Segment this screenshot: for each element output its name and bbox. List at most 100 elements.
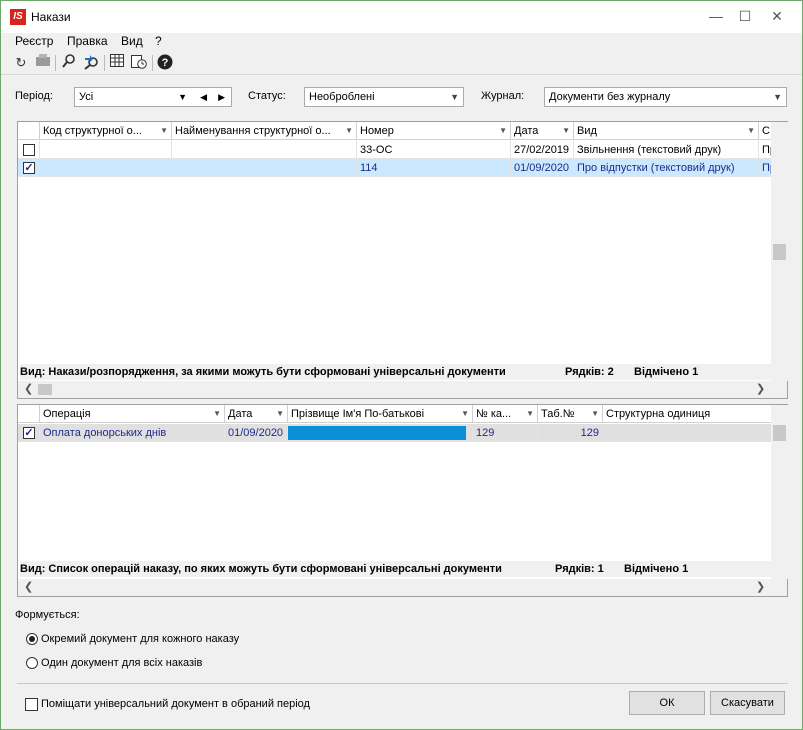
menu-edit[interactable]: Правка [67, 34, 108, 48]
table-row[interactable]: ✓ Оплата донорських днів 01/09/2020 129 … [18, 424, 771, 442]
orders-horizontal-scrollbar[interactable]: ❮ ❯ [18, 381, 787, 398]
operations-horizontal-scrollbar[interactable]: ❮ ❯ [18, 579, 787, 596]
divider [17, 683, 788, 684]
order-status: Пр [762, 144, 771, 156]
period-label: Період: [15, 90, 53, 102]
title-bar: IS Накази — ☐ ✕ [1, 1, 802, 33]
radio-single-document[interactable] [26, 657, 38, 669]
forming-label: Формується: [15, 609, 80, 621]
menu-view[interactable]: Вид [121, 34, 143, 48]
scroll-thumb[interactable] [773, 425, 786, 441]
orders-check-column [18, 122, 40, 140]
scroll-thumb[interactable] [773, 244, 786, 260]
window-title: Накази [31, 10, 71, 24]
radio-separate-document[interactable] [26, 633, 38, 645]
journal-value: Документи без журналу [549, 91, 671, 103]
period-next-icon[interactable]: ▶ [218, 88, 225, 106]
operations-status-bar: Вид: Список операцій наказу, по яких мож… [20, 561, 771, 577]
scroll-thumb[interactable] [38, 384, 52, 395]
journal-combo[interactable]: Документи без журналу ▼ [544, 87, 787, 107]
cancel-button[interactable]: Скасувати [710, 691, 785, 715]
row-checkbox-cell[interactable] [18, 141, 40, 159]
orders-table: Код структурної о... ▼ Найменування струк… [17, 121, 788, 399]
orders-status-bar: Вид: Накази/розпорядження, за якими можу… [20, 364, 771, 380]
period-prev-icon[interactable]: ◀ [200, 88, 207, 106]
period-dropdown-icon[interactable]: ▼ [178, 88, 187, 106]
chevron-down-icon: ▼ [450, 92, 459, 102]
place-in-period-checkbox[interactable] [25, 698, 38, 711]
close-button[interactable]: ✕ [760, 1, 794, 33]
employee-fio [288, 424, 473, 442]
toolbar: ↻ ? [1, 51, 802, 75]
scroll-left-icon[interactable]: ❮ [24, 580, 33, 593]
status-combo[interactable]: Необроблені ▼ [304, 87, 464, 107]
structural-unit [603, 424, 771, 442]
status-label: Статус: [248, 90, 286, 102]
col-operation[interactable]: Операція ▼ [40, 405, 225, 423]
find-next-icon[interactable] [82, 54, 100, 72]
scroll-right-icon[interactable]: ❯ [756, 580, 765, 593]
order-number: 33-ОС [357, 141, 511, 159]
scroll-right-icon[interactable]: ❯ [756, 382, 765, 395]
order-date: 27/02/2019 [511, 141, 574, 159]
col-code[interactable]: Код структурної о... ▼ [40, 122, 172, 140]
order-kind: Про відпустки (текстовий друк) [574, 159, 759, 177]
print-icon[interactable] [34, 54, 52, 72]
orders-window: IS Накази — ☐ ✕ Реєстр Правка Вид ? ↻ ? … [0, 0, 803, 730]
table-row[interactable]: 33-ОС 27/02/2019 Звільнення (текстовий д… [18, 141, 771, 159]
help-icon[interactable]: ? [156, 54, 174, 72]
operations-table: Операція ▼ Дата ▼ Прізвище Ім'я По-батьков… [17, 404, 788, 597]
menu-registry[interactable]: Реєстр [15, 34, 53, 48]
col-card-no[interactable]: № ка... ▼ [473, 405, 538, 423]
operations-rows-count: Рядків: 1 [555, 563, 604, 575]
radio-single-label[interactable]: Один документ для всіх наказів [41, 657, 202, 669]
search-icon[interactable] [60, 54, 78, 72]
order-date: 01/09/2020 [511, 159, 574, 177]
col-status[interactable]: С [759, 122, 771, 140]
col-kind[interactable]: Вид ▼ [574, 122, 759, 140]
order-kind: Звільнення (текстовий друк) [574, 141, 759, 159]
col-op-date[interactable]: Дата ▼ [225, 405, 288, 423]
maximize-button[interactable]: ☐ [730, 1, 760, 33]
table-row[interactable]: ✓ 114 01/09/2020 Про відпустки (текстови… [18, 159, 771, 177]
col-tab-no[interactable]: Таб.№ ▼ [538, 405, 603, 423]
orders-rows-count: Рядків: 2 [565, 366, 614, 378]
orders-marked-count: Відмічено 1 [634, 366, 699, 378]
place-in-period-label[interactable]: Поміщати універсальний документ в обрани… [41, 698, 310, 710]
svg-text:?: ? [162, 57, 169, 69]
row-checkbox[interactable]: ✓ [23, 427, 35, 439]
row-checkbox[interactable] [23, 144, 35, 156]
radio-separate-label[interactable]: Окремий документ для кожного наказу [41, 633, 239, 645]
col-date[interactable]: Дата ▼ [511, 122, 574, 140]
redacted-name-bar [288, 426, 466, 440]
period-combo[interactable]: Усі ▼ ◀ ▶ [74, 87, 232, 107]
col-unit[interactable]: Структурна одиниця [603, 405, 771, 423]
scroll-left-icon[interactable]: ❮ [24, 382, 33, 395]
minimize-button[interactable]: — [701, 1, 731, 33]
orders-status-text: Вид: Накази/розпорядження, за якими можу… [20, 366, 506, 378]
orders-vertical-scrollbar[interactable] [771, 122, 788, 381]
row-checkbox-cell[interactable]: ✓ [18, 424, 40, 442]
operation-date: 01/09/2020 [225, 424, 288, 442]
operations-vertical-scrollbar[interactable] [771, 405, 788, 579]
order-status: Пр [762, 162, 771, 174]
menu-help[interactable]: ? [155, 34, 162, 48]
col-name[interactable]: Найменування структурної о... ▼ [172, 122, 357, 140]
orders-header: Код структурної о... ▼ Найменування струк… [18, 122, 771, 140]
is-app-icon: IS [10, 9, 26, 25]
table-icon[interactable] [108, 54, 126, 72]
ok-button[interactable]: ОК [629, 691, 705, 715]
chevron-down-icon: ▼ [773, 92, 782, 102]
ops-check-column [18, 405, 40, 423]
row-checkbox[interactable]: ✓ [23, 162, 35, 174]
refresh-icon[interactable]: ↻ [12, 54, 30, 72]
operations-marked-count: Відмічено 1 [624, 563, 689, 575]
schedule-icon[interactable] [130, 54, 148, 72]
operations-header: Операція ▼ Дата ▼ Прізвище Ім'я По-батьков… [18, 405, 771, 423]
journal-label: Журнал: [481, 90, 525, 102]
menu-bar: Реєстр Правка Вид ? [1, 33, 802, 51]
operation-name: Оплата донорських днів [40, 424, 225, 442]
col-fio[interactable]: Прізвище Ім'я По-батькові ▼ [288, 405, 473, 423]
col-number[interactable]: Номер ▼ [357, 122, 511, 140]
row-checkbox-cell[interactable]: ✓ [18, 159, 40, 177]
